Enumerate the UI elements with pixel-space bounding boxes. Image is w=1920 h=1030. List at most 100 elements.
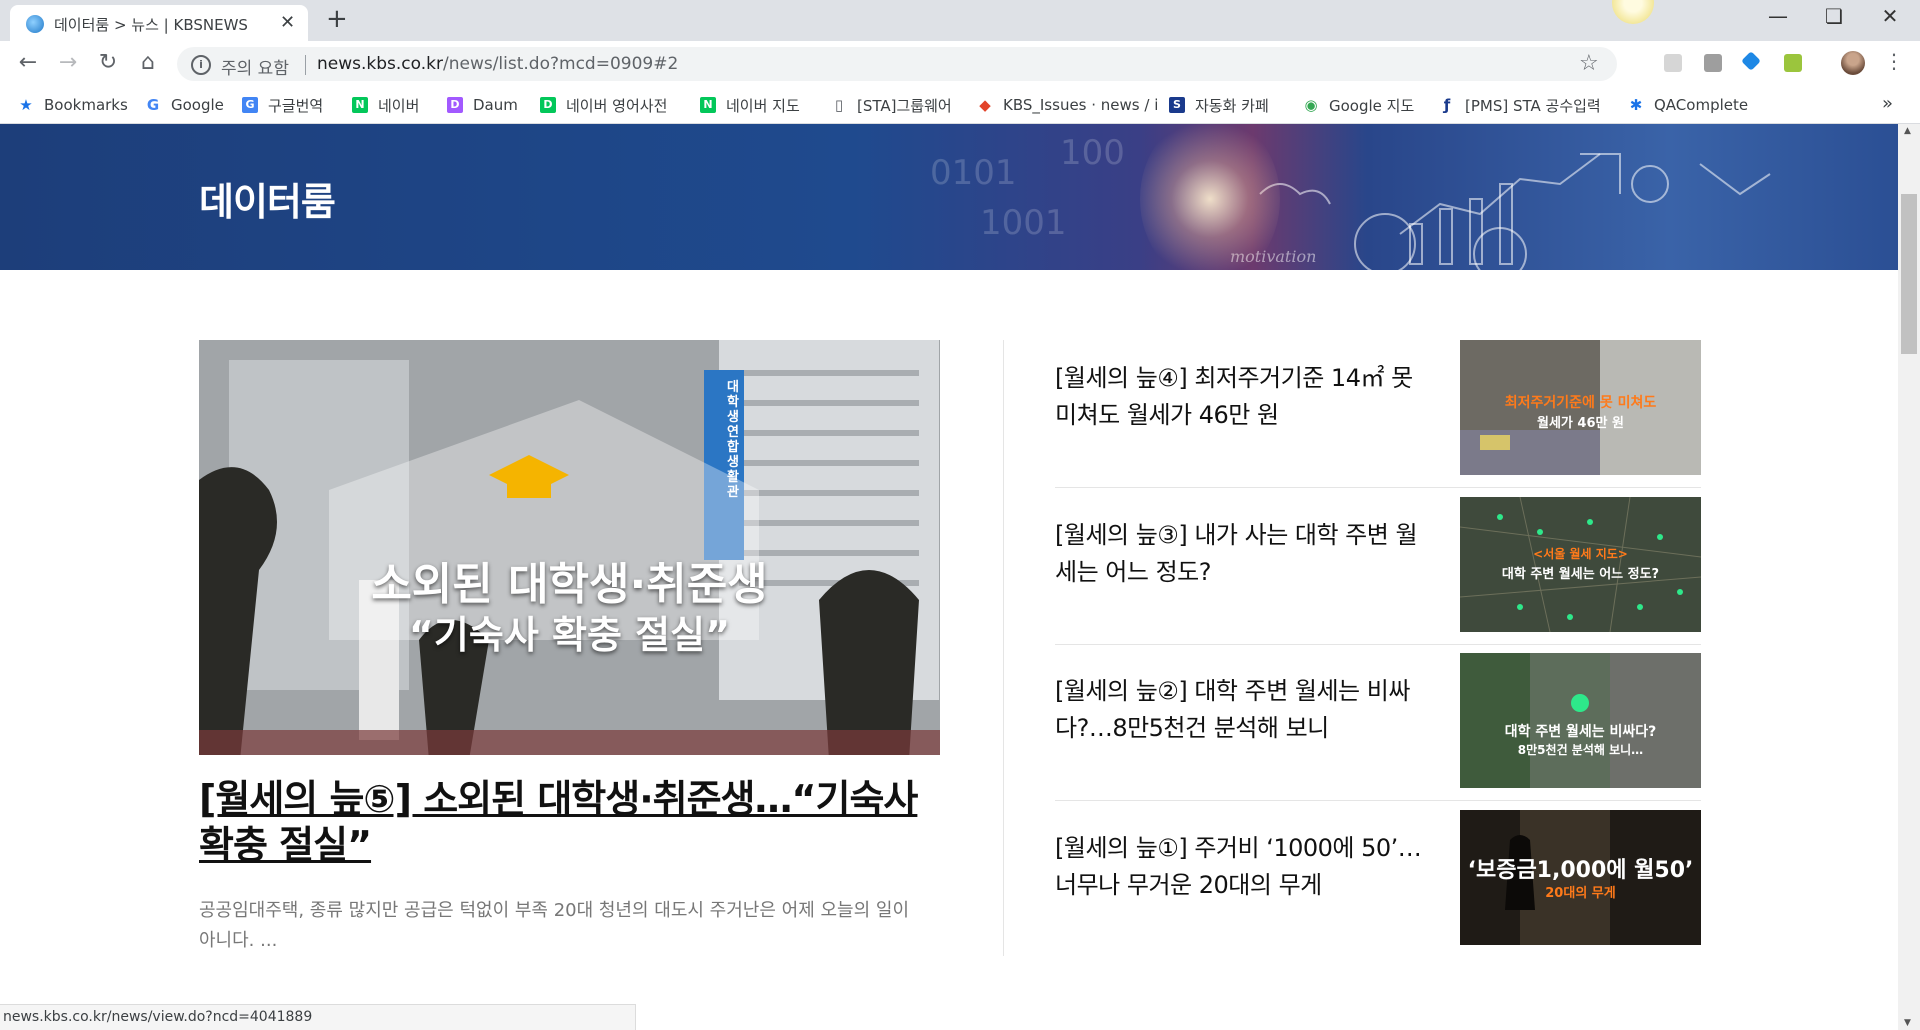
bookmark-label: QAComplete <box>1654 96 1749 114</box>
bookmarks-more-button[interactable]: » <box>1882 93 1893 114</box>
article-list-item[interactable]: [월세의 늪②] 대학 주변 월세는 비싸다?…8만5천건 분석해 보니 대학 … <box>1055 653 1701 788</box>
bookmark-item[interactable]: D Daum <box>447 94 518 116</box>
article-title[interactable]: [월세의 늪②] 대학 주변 월세는 비싸다?…8만5천건 분석해 보니 <box>1055 673 1435 747</box>
extension-icon[interactable] <box>1784 54 1802 72</box>
qacomplete-icon: ✱ <box>1629 96 1643 114</box>
bookmark-star-icon[interactable]: ☆ <box>1579 51 1599 76</box>
article-thumbnail[interactable]: 대학 주변 월세는 비싸다? 8만5천건 분석해 보니… <box>1460 653 1701 788</box>
bookmark-item[interactable]: S 자동화 카페 <box>1169 94 1269 116</box>
daum-icon: D <box>447 97 463 113</box>
active-tab[interactable]: 데이터룸 > 뉴스 | KBSNEWS ✕ <box>10 5 308 41</box>
thumbnail-caption-1: <서울 월세 지도> <box>1533 547 1628 561</box>
translate-icon: G <box>242 97 258 113</box>
article-list-item[interactable]: [월세의 늪④] 최저주거기준 14㎡ 못 미쳐도 월세가 46만 원 최저주거… <box>1055 340 1701 475</box>
thumbnail-caption-2: 20대의 무게 <box>1545 886 1616 901</box>
extension-icon[interactable] <box>1741 51 1761 71</box>
home-button[interactable]: ⌂ <box>134 50 162 75</box>
security-label[interactable]: 주의 요함 <box>221 54 289 79</box>
bookmark-label: Google <box>171 96 224 114</box>
naver-dict-icon: D <box>540 97 556 113</box>
thumbnail-caption-1: 대학 주변 월세는 비싸다? <box>1504 724 1657 740</box>
vertical-scrollbar[interactable]: ▲ ▼ <box>1898 124 1920 1030</box>
minimize-button[interactable]: — <box>1750 4 1806 28</box>
scroll-up-icon[interactable]: ▲ <box>1904 126 1911 136</box>
article-thumbnail[interactable]: 최저주거기준에 못 미쳐도 월세가 46만 원 <box>1460 340 1701 475</box>
forward-button[interactable]: → <box>54 50 82 75</box>
url-path: /news/list.do?mcd=0909#2 <box>442 54 679 74</box>
svg-text:1001: 1001 <box>980 203 1067 243</box>
naver-map-icon: N <box>700 97 716 113</box>
bookmark-label: [PMS] STA 공수입력 <box>1465 96 1601 115</box>
list-divider <box>1055 800 1701 801</box>
back-button[interactable]: ← <box>14 50 42 75</box>
extension-icon[interactable] <box>1704 54 1722 72</box>
article-thumbnail[interactable]: ‘보증금1,000에 월50’ 20대의 무게 <box>1460 810 1701 945</box>
star-icon: ★ <box>19 96 33 114</box>
bookmark-item[interactable]: ▯ [STA]그룹웨어 <box>831 94 952 116</box>
list-divider <box>1055 644 1701 645</box>
bookmark-label: KBS_Issues · news / i <box>1003 96 1159 114</box>
bookmark-item[interactable]: N 네이버 지도 <box>700 94 800 116</box>
kbs-favicon-icon <box>26 15 44 33</box>
tab-close-button[interactable]: ✕ <box>280 12 295 33</box>
svg-text:100: 100 <box>1060 133 1125 173</box>
menu-icon[interactable]: ⋮ <box>1884 49 1904 73</box>
reload-button[interactable]: ↻ <box>94 50 122 75</box>
bookmark-label: 자동화 카페 <box>1195 96 1269 115</box>
thumbnail-caption-1: 최저주거기준에 못 미쳐도 <box>1504 395 1657 411</box>
bookmark-item[interactable]: G Google <box>145 94 224 116</box>
info-icon[interactable]: i <box>191 55 211 75</box>
list-divider <box>1055 487 1701 488</box>
tab-strip: 데이터룸 > 뉴스 | KBSNEWS ✕ + — ❏ ✕ <box>0 0 1920 41</box>
section-banner: 0101 1001 100 motivation 데이터룸 <box>0 124 1898 270</box>
page-title: 데이터룸 <box>199 180 336 224</box>
article-thumbnail[interactable]: <서울 월세 지도> 대학 주변 월세는 어느 정도? <box>1460 497 1701 632</box>
scroll-down-icon[interactable]: ▼ <box>1904 1018 1911 1028</box>
article-list-item[interactable]: [월세의 늪①] 주거비 ‘1000에 50’…너무나 무거운 20대의 무게 … <box>1055 810 1701 945</box>
bookmark-label: Daum <box>473 96 518 114</box>
google-maps-icon: ◉ <box>1304 96 1318 114</box>
naver-icon: N <box>352 97 368 113</box>
featured-article-title[interactable]: [월세의 늪⑤] 소외된 대학생·취준생…“기숙사 확충 절실” <box>199 776 959 868</box>
article-list-item[interactable]: [월세의 늪③] 내가 사는 대학 주변 월세는 어느 정도? <서울 월세 지… <box>1055 497 1701 632</box>
bookmark-label: 네이버 영어사전 <box>566 96 668 115</box>
bookmark-item[interactable]: ◉ Google 지도 <box>1303 94 1414 116</box>
article-title[interactable]: [월세의 늪③] 내가 사는 대학 주변 월세는 어느 정도? <box>1055 517 1435 591</box>
article-title[interactable]: [월세의 늪①] 주거비 ‘1000에 50’…너무나 무거운 20대의 무게 <box>1055 830 1435 904</box>
decorative-glow <box>1612 0 1654 24</box>
featured-image-caption-2: “기숙사 확충 절실” <box>408 613 731 657</box>
bookmark-item[interactable]: G 구글번역 <box>242 94 323 116</box>
sta-icon: S <box>1169 97 1185 113</box>
tab-title: 데이터룸 > 뉴스 | KBSNEWS <box>54 16 248 34</box>
new-tab-button[interactable]: + <box>326 4 348 34</box>
thumbnail-caption-2: 대학 주변 월세는 어느 정도? <box>1501 567 1660 582</box>
featured-article-image[interactable]: 소외된 대학생·취준생 “기숙사 확충 절실” 대학생 연합생활관 <box>199 340 940 755</box>
article-title[interactable]: [월세의 늪④] 최저주거기준 14㎡ 못 미쳐도 월세가 46만 원 <box>1055 360 1435 434</box>
url-text[interactable]: news.kbs.co.kr/news/list.do?mcd=0909#2 <box>317 54 678 74</box>
maximize-button[interactable]: ❏ <box>1806 4 1862 28</box>
building-sign: 대학생 연합생활관 <box>727 380 739 500</box>
bookmark-label: Google 지도 <box>1329 96 1415 115</box>
bookmark-item[interactable]: ★ Bookmarks <box>18 94 128 116</box>
page-icon: ▯ <box>834 96 844 114</box>
featured-article-summary[interactable]: 공공임대주택, 종류 많지만 공급은 턱없이 부족 20대 청년의 대도시 주거… <box>199 896 919 956</box>
bookmark-item[interactable]: ◆ KBS_Issues · news / i <box>977 94 1158 116</box>
page-viewport: 0101 1001 100 motivation 데이터룸 소외된 대학생·취준생 … <box>0 124 1898 1030</box>
bookmark-item[interactable]: ✱ QAComplete <box>1628 94 1748 116</box>
google-icon: G <box>146 96 160 114</box>
bookmark-label: 구글번역 <box>268 96 324 115</box>
url-host: news.kbs.co.kr <box>317 54 443 74</box>
bookmarks-bar: » ★ Bookmarks G Google G 구글번역 N 네이버 D Daum D 네이버 영어… <box>0 87 1920 124</box>
close-window-button[interactable]: ✕ <box>1862 4 1918 28</box>
scroll-thumb[interactable] <box>1901 194 1917 354</box>
lightbulb-glow <box>1140 124 1280 270</box>
featured-image-caption-1: 소외된 대학생·취준생 <box>371 559 768 610</box>
extension-icon[interactable] <box>1664 54 1682 72</box>
bookmark-item[interactable]: D 네이버 영어사전 <box>540 94 667 116</box>
profile-avatar[interactable] <box>1841 51 1865 75</box>
thumbnail-caption-1: ‘보증금1,000에 월50’ <box>1467 858 1694 883</box>
bookmark-item[interactable]: N 네이버 <box>352 94 419 116</box>
bookmark-item[interactable]: ƒ [PMS] STA 공수입력 <box>1439 94 1601 116</box>
address-bar[interactable]: i 주의 요함 news.kbs.co.kr/news/list.do?mcd=… <box>177 47 1617 81</box>
browser-toolbar: ← → ↻ ⌂ i 주의 요함 news.kbs.co.kr/news/list… <box>0 41 1920 87</box>
